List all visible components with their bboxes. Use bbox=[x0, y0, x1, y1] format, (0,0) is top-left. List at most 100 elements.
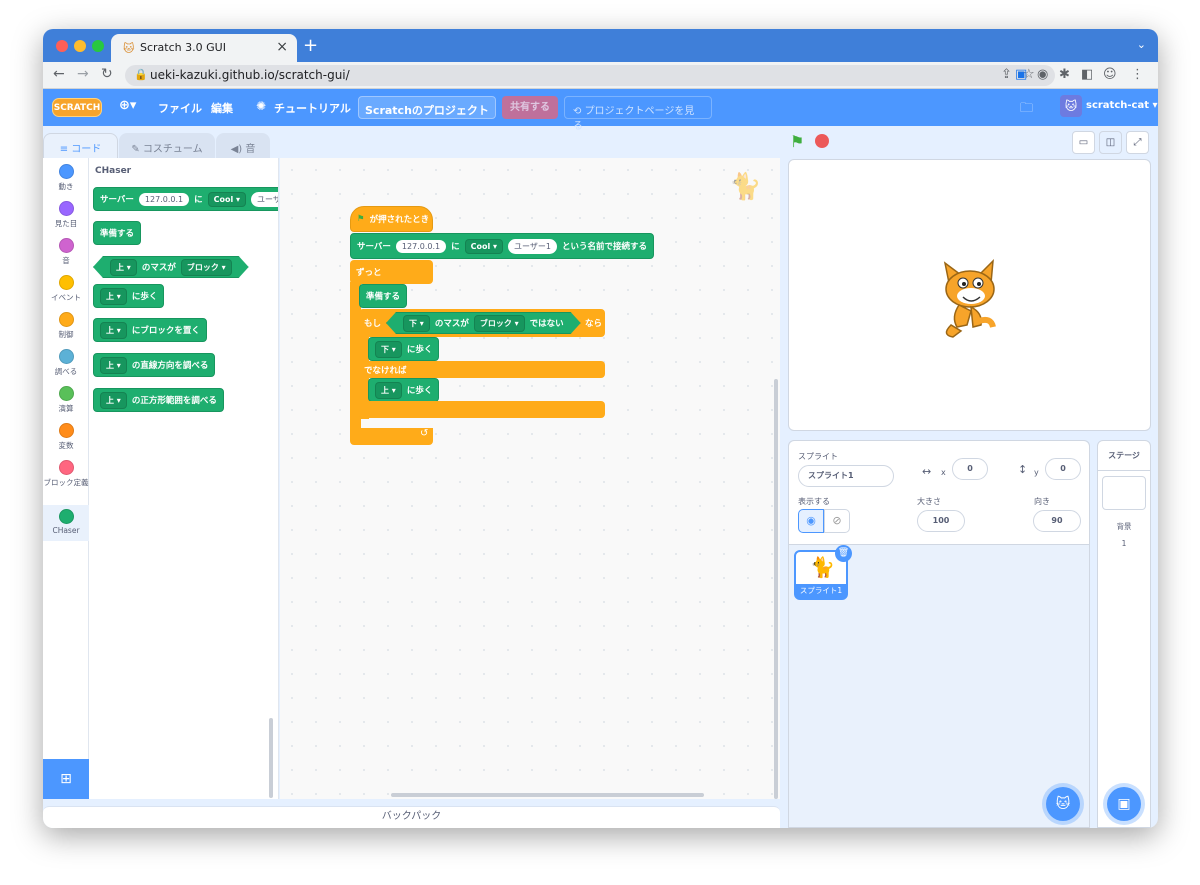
add-backdrop-button[interactable]: ▣ bbox=[1107, 787, 1141, 821]
walk-up-block[interactable]: 上 ▾ に歩く bbox=[368, 378, 440, 402]
ready-block[interactable]: 準備する bbox=[359, 284, 408, 308]
maximize-window-button[interactable] bbox=[92, 40, 104, 52]
tab-search-chevron-icon[interactable]: ⌄ bbox=[1137, 38, 1146, 51]
stage-thumbnail[interactable] bbox=[1102, 476, 1146, 510]
y-input[interactable]: 0 bbox=[1045, 458, 1081, 480]
palette-ready-block[interactable]: 準備する bbox=[93, 221, 142, 245]
edit-menu[interactable]: 編集 bbox=[211, 100, 233, 116]
category-chaser[interactable]: CHaser bbox=[43, 505, 89, 541]
workspace-horizontal-scrollbar[interactable] bbox=[391, 793, 704, 797]
backpack-bar[interactable]: バックパック bbox=[43, 806, 780, 828]
palette-connect-block[interactable]: サーバー 127.0.0.1 に Cool ▾ ユーザー bbox=[93, 187, 278, 211]
close-window-button[interactable] bbox=[56, 40, 68, 52]
hide-sprite-eye-icon[interactable]: ⊘ bbox=[824, 509, 850, 533]
url-bar[interactable]: 🔒 ueki-kazuki.github.io/scratch-gui/ ⇪ ☆ bbox=[125, 65, 1055, 86]
category-my-blocks[interactable]: ブロック定義 bbox=[43, 460, 89, 488]
size-input[interactable]: 100 bbox=[917, 510, 965, 532]
extension-password-icon[interactable]: ◉ bbox=[1037, 67, 1048, 82]
normal-stage-button[interactable]: ◫ bbox=[1099, 131, 1122, 154]
stage-selector-pane[interactable]: ステージ 背景 1 ▣ bbox=[1097, 440, 1151, 828]
forever-label: ずっと bbox=[356, 268, 382, 278]
stop-button[interactable] bbox=[815, 134, 829, 148]
browser-menu-icon[interactable]: ⋮ bbox=[1131, 67, 1144, 82]
green-flag-button[interactable]: ⚑ bbox=[790, 132, 804, 151]
category-operators[interactable]: 演算 bbox=[43, 386, 89, 414]
tab-code[interactable]: ≡ コード bbox=[43, 133, 118, 158]
side-panel-icon[interactable]: ◧ bbox=[1081, 67, 1093, 82]
palette-scrollbar[interactable] bbox=[269, 718, 273, 798]
cell-kind-dropdown[interactable]: ブロック ▾ bbox=[474, 315, 525, 332]
ip-input[interactable]: 127.0.0.1 bbox=[138, 192, 190, 206]
tab-close-icon[interactable]: × bbox=[276, 39, 288, 55]
direction-dropdown[interactable]: 上 ▾ bbox=[110, 259, 137, 276]
see-project-page-button[interactable]: ⟲ プロジェクトページを見る bbox=[564, 96, 712, 132]
team-dropdown[interactable]: Cool ▾ bbox=[207, 191, 247, 207]
workspace-vertical-scrollbar[interactable] bbox=[774, 379, 778, 799]
direction-dropdown[interactable]: 上 ▾ bbox=[100, 321, 127, 339]
share-icon[interactable]: ⇪ bbox=[1001, 67, 1012, 82]
palette-search-block[interactable]: 上 ▾ の正方形範囲を調べる bbox=[93, 388, 224, 412]
back-arrow-icon[interactable]: ← bbox=[53, 66, 65, 82]
add-extension-button[interactable]: ⊞ bbox=[43, 759, 89, 799]
show-sprite-eye-icon[interactable]: ◉ bbox=[798, 509, 824, 533]
palette-cell-condition-block[interactable]: 上 ▾ のマスが ブロック ▾ bbox=[93, 256, 249, 278]
category-sensing[interactable]: 調べる bbox=[43, 349, 89, 377]
direction-input[interactable]: 90 bbox=[1033, 510, 1081, 532]
profile-avatar-icon[interactable]: ☺ bbox=[1103, 67, 1117, 82]
forward-arrow-icon[interactable]: → bbox=[77, 66, 89, 82]
category-looks[interactable]: 見た目 bbox=[43, 201, 89, 229]
direction-dropdown[interactable]: 上 ▾ bbox=[100, 391, 127, 409]
stage-canvas[interactable] bbox=[788, 159, 1151, 431]
palette-put-block-block[interactable]: 上 ▾ にブロックを置く bbox=[93, 318, 207, 342]
share-button[interactable]: 共有する bbox=[502, 96, 558, 119]
team-dropdown[interactable]: Cool ▾ bbox=[464, 238, 504, 254]
see-project-label: プロジェクトページを見る bbox=[573, 106, 695, 132]
my-stuff-folder-icon[interactable]: 🗀 bbox=[1020, 99, 1033, 121]
direction-dropdown[interactable]: 上 ▾ bbox=[100, 287, 127, 305]
direction-dropdown[interactable]: 上 ▾ bbox=[100, 356, 127, 374]
add-extension-icon: ⊞ bbox=[60, 771, 72, 787]
scratch-logo[interactable]: SCRATCH bbox=[52, 98, 102, 117]
minimize-window-button[interactable] bbox=[74, 40, 86, 52]
palette-look-block[interactable]: 上 ▾ の直線方向を調べる bbox=[93, 353, 216, 377]
small-stage-button[interactable]: ▭ bbox=[1072, 131, 1095, 154]
browser-tab[interactable]: 🐱 Scratch 3.0 GUI × bbox=[111, 34, 297, 62]
reload-icon[interactable]: ↻ bbox=[101, 66, 113, 82]
ip-input[interactable]: 127.0.0.1 bbox=[395, 239, 447, 253]
cell-kind-dropdown[interactable]: ブロック ▾ bbox=[181, 259, 232, 276]
tutorials-menu[interactable]: チュートリアル bbox=[274, 100, 351, 116]
user-input[interactable]: ユーザー bbox=[251, 191, 278, 207]
walk-down-block[interactable]: 下 ▾ に歩く bbox=[368, 337, 440, 361]
direction-dropdown[interactable]: 下 ▾ bbox=[403, 315, 430, 332]
project-title-input[interactable]: Scratchのプロジェクト bbox=[358, 96, 496, 119]
category-motion[interactable]: 動き bbox=[43, 164, 89, 192]
sprite-name-input[interactable]: スプライト1 bbox=[798, 465, 894, 487]
file-menu[interactable]: ファイル bbox=[158, 100, 202, 116]
block-text: 準備する bbox=[366, 292, 401, 302]
when-flag-clicked-block[interactable]: ⚑ が押されたとき bbox=[350, 206, 433, 232]
scratch-cat-sprite[interactable] bbox=[931, 255, 1011, 340]
direction-dropdown[interactable]: 上 ▾ bbox=[375, 381, 402, 399]
new-tab-icon[interactable]: + bbox=[303, 35, 318, 56]
connect-block[interactable]: サーバー 127.0.0.1 に Cool ▾ ユーザー1 という名前で接続する bbox=[350, 233, 654, 259]
username-menu[interactable]: scratch-cat ▾ bbox=[1086, 100, 1158, 111]
category-variables[interactable]: 変数 bbox=[43, 423, 89, 451]
user-input[interactable]: ユーザー1 bbox=[508, 238, 557, 254]
script-workspace[interactable]: 🐈 ⚑ が押されたとき サーバー 127.0.0.1 に Cool ▾ ユーザー… bbox=[280, 158, 999, 812]
extension-translate-icon[interactable]: ▣ bbox=[1015, 67, 1027, 82]
add-sprite-button[interactable]: 🐱 bbox=[1046, 787, 1080, 821]
x-input[interactable]: 0 bbox=[952, 458, 988, 480]
direction-dropdown[interactable]: 下 ▾ bbox=[375, 340, 402, 358]
extensions-puzzle-icon[interactable]: ✱ bbox=[1059, 67, 1070, 82]
language-globe-icon[interactable]: ⊕▾ bbox=[119, 98, 136, 113]
category-sound[interactable]: 音 bbox=[43, 238, 89, 266]
tab-sounds[interactable]: ◀) 音 bbox=[216, 133, 270, 158]
category-control[interactable]: 制御 bbox=[43, 312, 89, 340]
category-events[interactable]: イベント bbox=[43, 275, 89, 303]
tab-costumes[interactable]: ✎ コスチューム bbox=[119, 133, 215, 158]
palette-walk-block[interactable]: 上 ▾ に歩く bbox=[93, 284, 165, 308]
not-condition-block[interactable]: 下 ▾ のマスが ブロック ▾ ではない bbox=[386, 312, 581, 334]
fullscreen-button[interactable]: ⤢ bbox=[1126, 131, 1149, 154]
delete-sprite-trash-icon[interactable]: 🗑 bbox=[835, 545, 852, 562]
user-avatar[interactable]: 🐱 bbox=[1060, 95, 1082, 117]
